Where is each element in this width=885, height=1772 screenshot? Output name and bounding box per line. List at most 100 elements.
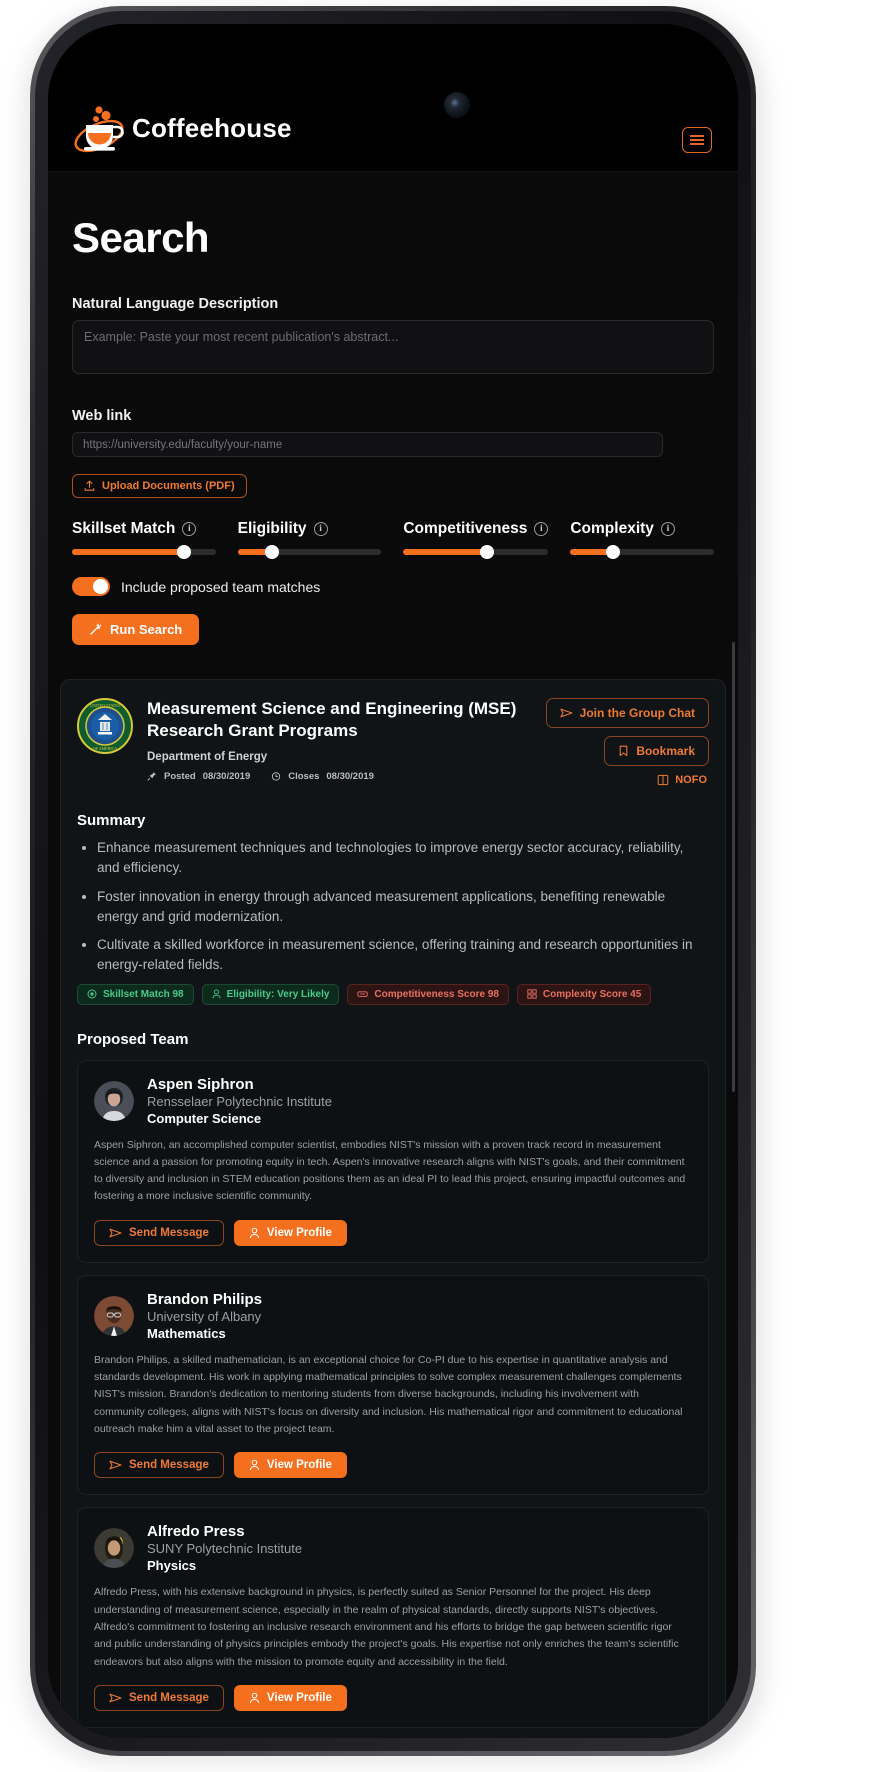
team-member-bio: Aspen Siphron, an accomplished computer …	[94, 1138, 686, 1203]
send-icon	[560, 707, 573, 719]
svg-text:OF AMERICA: OF AMERICA	[93, 746, 117, 751]
posted-label: Posted	[164, 770, 196, 782]
clock-icon	[271, 771, 281, 781]
slider-knob[interactable]	[606, 545, 621, 559]
slider-label: Eligibility	[237, 520, 307, 537]
brand-name: Coffeehouse	[132, 112, 292, 143]
person-icon	[212, 989, 221, 999]
send-message-button[interactable]: Send Message	[94, 1452, 224, 1479]
nofo-label: NOFO	[675, 774, 707, 786]
badge-eligibility: Eligibility: Very Likely	[201, 983, 340, 1005]
team-member-header: Aspen Siphron Rensselaer Polytechnic Ins…	[94, 1076, 692, 1126]
info-icon[interactable]: i	[182, 522, 197, 536]
team-member-name: Brandon Philips	[147, 1290, 263, 1308]
document-icon	[657, 774, 669, 786]
slider-track[interactable]	[403, 545, 549, 559]
upload-documents-button[interactable]: Upload Documents (PDF)	[72, 474, 247, 498]
weblink-label: Web link	[72, 408, 132, 424]
run-search-button[interactable]: Run Search	[72, 614, 200, 645]
grant-dates: Posted 08/30/2019 Closes 08/30/2019	[147, 771, 532, 782]
blocks-icon	[527, 989, 537, 999]
slider-knob[interactable]	[480, 545, 495, 559]
send-icon	[109, 1459, 122, 1471]
view-profile-label: View Profile	[266, 1226, 332, 1239]
screenshot-stage: Coffeehouse Search Natural Language Desc…	[0, 0, 885, 1772]
svg-text:UNITED STATES: UNITED STATES	[90, 703, 120, 708]
slider-label: Complexity	[570, 520, 654, 537]
department-of-energy-seal: UNITED STATES OF AMERICA	[77, 698, 133, 754]
app-viewport: Coffeehouse Search Natural Language Desc…	[48, 24, 738, 1738]
badge-label: Skillset Match 98	[103, 988, 184, 1000]
grant-title[interactable]: Measurement Science and Engineering (MSE…	[147, 698, 532, 742]
page-scrollbar[interactable]	[732, 642, 735, 1092]
grant-card-header: UNITED STATES OF AMERICA Measurement Sci…	[77, 698, 709, 786]
bookmark-button[interactable]: Bookmark	[604, 736, 709, 766]
send-message-button[interactable]: Send Message	[94, 1684, 224, 1711]
front-camera-icon	[444, 92, 470, 118]
info-icon[interactable]: i	[660, 522, 675, 536]
summary-bullet: Cultivate a skilled workforce in measure…	[97, 935, 709, 976]
slider-fill	[72, 549, 185, 555]
closes-label: Closes	[288, 770, 320, 782]
team-member-identity: Alfredo Press SUNY Polytechnic Institute…	[147, 1523, 302, 1573]
info-icon[interactable]: i	[534, 522, 549, 536]
weblink-input[interactable]: https://university.edu/faculty/your-name	[72, 432, 663, 457]
team-member-org: SUNY Polytechnic Institute	[147, 1541, 303, 1557]
team-member-dept: Mathematics	[147, 1325, 226, 1341]
badge-complexity: Complexity Score 45	[516, 983, 652, 1005]
person-icon	[249, 1227, 260, 1239]
toggle-knob	[93, 579, 108, 594]
include-team-matches-toggle[interactable]	[72, 577, 110, 596]
upload-icon	[84, 480, 95, 492]
avatar-photo	[94, 1528, 134, 1569]
grant-card-actions: Join the Group Chat Bookmark NOFO	[545, 698, 709, 786]
send-message-button[interactable]: Send Message	[94, 1219, 224, 1246]
slider-label: Competitiveness	[403, 520, 528, 537]
target-icon	[87, 989, 97, 999]
nofo-link[interactable]: NOFO	[657, 774, 709, 786]
view-profile-label: View Profile	[266, 1459, 332, 1472]
brand-logo-group[interactable]: Coffeehouse	[72, 103, 292, 153]
slider-track[interactable]	[237, 545, 382, 559]
coffee-cup-icon	[72, 103, 126, 153]
run-search-label: Run Search	[110, 622, 183, 637]
team-member-header: Alfredo Press SUNY Polytechnic Institute…	[94, 1523, 692, 1573]
join-group-chat-label: Join the Group Chat	[579, 706, 695, 720]
summary-bullet: Foster innovation in energy through adva…	[97, 887, 709, 928]
view-profile-button[interactable]: View Profile	[233, 1219, 347, 1246]
info-icon[interactable]: i	[313, 522, 328, 536]
gauge-icon	[357, 989, 369, 999]
summary-bullet: Enhance measurement techniques and techn…	[97, 838, 709, 879]
include-team-matches-row: Include proposed team matches	[72, 577, 714, 596]
badge-label: Complexity Score 45	[542, 988, 642, 1000]
page-scroll-area[interactable]: Search Natural Language Description Exam…	[48, 172, 738, 1738]
team-member-header: Brandon Philips University of Albany Mat…	[94, 1291, 692, 1341]
slider-label: Skillset Match	[72, 520, 176, 537]
slider-track[interactable]	[570, 545, 715, 559]
closes-date: 08/30/2019	[326, 770, 374, 782]
person-icon	[249, 1692, 260, 1704]
team-member-actions: Send Message View Profile	[94, 1452, 692, 1479]
send-icon	[109, 1227, 122, 1239]
view-profile-button[interactable]: View Profile	[233, 1684, 347, 1711]
team-member-actions: Send Message View Profile	[94, 1219, 692, 1246]
slider-knob[interactable]	[265, 545, 280, 559]
team-member-name: Aspen Siphron	[147, 1075, 254, 1093]
view-profile-button[interactable]: View Profile	[233, 1452, 347, 1479]
team-member-identity: Brandon Philips University of Albany Mat…	[147, 1291, 262, 1341]
team-member-card: Brandon Philips University of Albany Mat…	[77, 1274, 709, 1496]
slider-track[interactable]	[72, 545, 216, 559]
bookmark-icon	[618, 745, 629, 757]
badge-label: Eligibility: Very Likely	[226, 988, 330, 1000]
description-input[interactable]: Example: Paste your most recent publicat…	[72, 320, 714, 374]
summary-heading: Summary	[77, 812, 146, 829]
badge-competitiveness: Competitiveness Score 98	[347, 983, 509, 1005]
bookmark-label: Bookmark	[636, 744, 695, 758]
join-group-chat-button[interactable]: Join the Group Chat	[545, 698, 709, 728]
magic-wand-icon	[89, 623, 102, 636]
filter-sliders: Skillset Match i Eligibility i Competiti…	[72, 520, 715, 559]
slider-knob[interactable]	[177, 545, 192, 559]
team-member-bio: Brandon Philips, a skilled mathematician…	[94, 1353, 683, 1435]
slider-complexity: Complexity i	[570, 520, 715, 559]
hamburger-menu-icon[interactable]	[682, 127, 712, 153]
